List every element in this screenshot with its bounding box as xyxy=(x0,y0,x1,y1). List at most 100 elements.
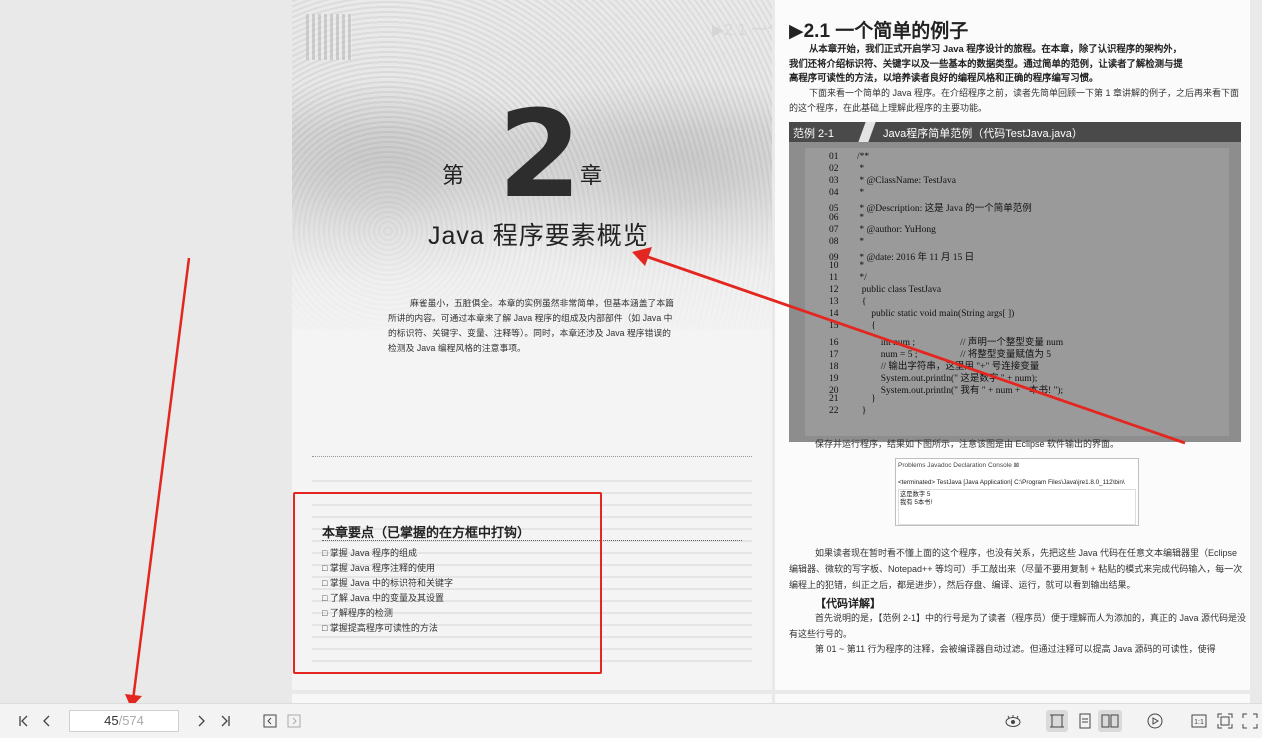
bleed-through-header: ▶2.1 一个简单的例子 xyxy=(712,22,772,39)
paragraph: 保存并运行程序，结果如下图所示，注意该图是由 Eclipse 软件输出的界面。 xyxy=(815,439,1120,449)
last-page-icon[interactable] xyxy=(216,712,234,730)
code-line-text: { xyxy=(857,297,867,308)
chapter-intro: 麻雀虽小，五脏俱全。本章的实例虽然非常简单，但基本涵盖了本篇所讲的内容。可通过本… xyxy=(388,298,674,353)
code-line: 21 } xyxy=(829,394,876,404)
page-number-input[interactable]: 45/574 xyxy=(69,710,179,732)
code-line-number: 21 xyxy=(829,394,839,404)
code-line: 01 /** xyxy=(829,152,869,162)
code-line-text: * @ClassName: TestJava xyxy=(857,176,956,187)
code-line-number: 02 xyxy=(829,164,839,175)
code-line: 15 { xyxy=(829,321,876,331)
code-line-text: /** xyxy=(857,152,870,162)
code-line-number: 12 xyxy=(829,285,839,296)
reader-toolbar: 45/574 1:1 xyxy=(0,703,1262,738)
code-line-number: 15 xyxy=(829,321,839,332)
code-line-number: 04 xyxy=(829,188,839,199)
subheading: 【代码详解】 xyxy=(815,598,881,610)
paragraph: 第 01 ~ 第11 行为程序的注释，会被编译器自动过滤。但通过注释可以提高 J… xyxy=(815,644,1216,654)
fit-width-icon[interactable] xyxy=(1240,712,1260,730)
single-page-icon[interactable] xyxy=(1046,710,1068,732)
svg-text:1:1: 1:1 xyxy=(1194,719,1204,726)
code-line-text: } xyxy=(857,406,867,417)
code-line: 10 * xyxy=(829,261,864,271)
code-line-text: public class TestJava xyxy=(857,285,942,296)
code-line-number: 03 xyxy=(829,176,839,187)
history-back-icon[interactable] xyxy=(262,712,278,730)
play-icon[interactable] xyxy=(1145,712,1165,730)
code-line-text: System.out.println(" 我有 " + num + " 本书! … xyxy=(857,385,1064,396)
code-line-number: 01 xyxy=(829,152,839,162)
code-line-number: 06 xyxy=(829,212,839,223)
first-page-icon[interactable] xyxy=(15,712,33,730)
console-output: 这是数字 5 我有 5本书! xyxy=(898,489,1136,525)
code-line-text: * xyxy=(857,236,865,247)
code-line-number: 13 xyxy=(829,297,839,308)
code-line-number: 14 xyxy=(829,309,839,320)
divider xyxy=(312,456,752,457)
console-output-line: 这是数字 5 xyxy=(900,491,931,498)
example-label: 范例 2-1 xyxy=(793,128,834,140)
annotation-highlight-box xyxy=(293,492,602,674)
history-forward-icon[interactable] xyxy=(286,712,302,730)
code-line: 14 public static void main(String args[ … xyxy=(829,309,1014,319)
code-line: 02 * xyxy=(829,164,864,174)
code-line-number: 11 xyxy=(829,273,839,283)
code-line: 11 */ xyxy=(829,273,867,283)
code-line-text: * @Description: 这是 Java 的一个简单范例 xyxy=(857,204,1032,215)
section-title: ▶2.1 一个简单的例子 xyxy=(789,21,969,42)
code-line-number: 22 xyxy=(829,406,839,417)
console-output-line: 我有 5本书! xyxy=(900,499,933,506)
code-line: 12 public class TestJava xyxy=(829,285,941,295)
document-viewer[interactable]: ▶2.1 一个简单的例子 第 2 章 Java 程序要素概览 麻雀虽小，五脏俱全… xyxy=(0,0,1262,703)
code-line-text: public static void main(String args[ ]) xyxy=(857,309,1015,320)
code-line: 13 { xyxy=(829,297,866,307)
next-page-left-edge xyxy=(292,694,772,703)
code-line: 03 * @ClassName: TestJava xyxy=(829,176,956,186)
example-separator xyxy=(858,122,876,142)
code-line-text: * xyxy=(857,212,865,223)
code-area: 01/** 02 * 03 * @ClassName: TestJava 04 * 05… xyxy=(805,148,1229,436)
code-line: 06 * xyxy=(829,213,864,223)
current-page: 45 xyxy=(104,713,119,728)
example-caption: Java程序简单范例（代码TestJava.java） xyxy=(883,128,1083,140)
right-page: ▶2.1 一个简单的例子 从本章开始，我们正式开启学习 Java 程序设计的旅程… xyxy=(775,0,1250,690)
code-line-text: * xyxy=(857,164,865,175)
console-terminated-line: <terminated> TestJava [Java Application]… xyxy=(898,479,1125,486)
code-line-text: * @author: YuHong xyxy=(857,224,936,235)
code-line: 22 } xyxy=(829,406,866,416)
code-line-number: 08 xyxy=(829,236,839,247)
code-block: 01/** 02 * 03 * @ClassName: TestJava 04 * 05… xyxy=(789,142,1241,442)
code-line-text: } xyxy=(857,394,876,404)
code-line: 07 * @author: YuHong xyxy=(829,225,936,235)
code-line-number: 10 xyxy=(829,260,839,271)
prev-page-icon[interactable] xyxy=(38,712,56,730)
paragraph: 首先说明的是，【范例 2-1】中的行号是为了读者（程序员）便于理解而人为添加的，… xyxy=(789,613,1247,639)
paragraph: 如果读者现在暂时看不懂上面的这个程序，也没有关系，先把这些 Java 代码在任意… xyxy=(789,548,1243,590)
code-line-text: * xyxy=(857,188,865,199)
code-line-text: * @date: 2016 年 11 月 15 日 xyxy=(857,252,975,263)
eclipse-console-screenshot: Problems Javadoc Declaration Console ⊠ <… xyxy=(895,458,1139,526)
continuous-icon[interactable] xyxy=(1076,712,1094,730)
code-line: 04 * xyxy=(829,188,864,198)
code-line: 08 * xyxy=(829,237,864,247)
chapter-title: Java 程序要素概览 xyxy=(428,222,649,250)
actual-size-icon[interactable]: 1:1 xyxy=(1189,712,1209,730)
section-intro: 从本章开始，我们正式开启学习 Java 程序设计的旅程。在本章，除了认识程序的架… xyxy=(789,43,1183,83)
code-line-text: { xyxy=(857,321,876,332)
total-pages: /574 xyxy=(118,713,144,728)
next-page-right-edge xyxy=(775,694,1250,703)
example-header-bar: 范例 2-1 Java程序简单范例（代码TestJava.java） xyxy=(789,122,1241,142)
console-tabs: Problems Javadoc Declaration Console ⊠ xyxy=(898,462,1020,469)
next-page-icon[interactable] xyxy=(192,712,210,730)
two-page-icon[interactable] xyxy=(1098,710,1122,732)
chapter-zhang: 章 xyxy=(580,163,603,188)
code-line-text: * xyxy=(857,260,865,271)
code-line-text: */ xyxy=(857,273,867,283)
qr-code xyxy=(306,14,352,60)
fit-page-icon[interactable] xyxy=(1215,712,1235,730)
chapter-number: 2 xyxy=(498,86,582,225)
paragraph: 下面来看一个简单的 Java 程序。在介绍程序之前，读者先简单回顾一下第 1 章… xyxy=(789,88,1240,113)
code-line-number: 07 xyxy=(829,224,839,235)
chapter-di: 第 xyxy=(442,163,465,188)
eye-icon[interactable] xyxy=(1003,712,1023,730)
